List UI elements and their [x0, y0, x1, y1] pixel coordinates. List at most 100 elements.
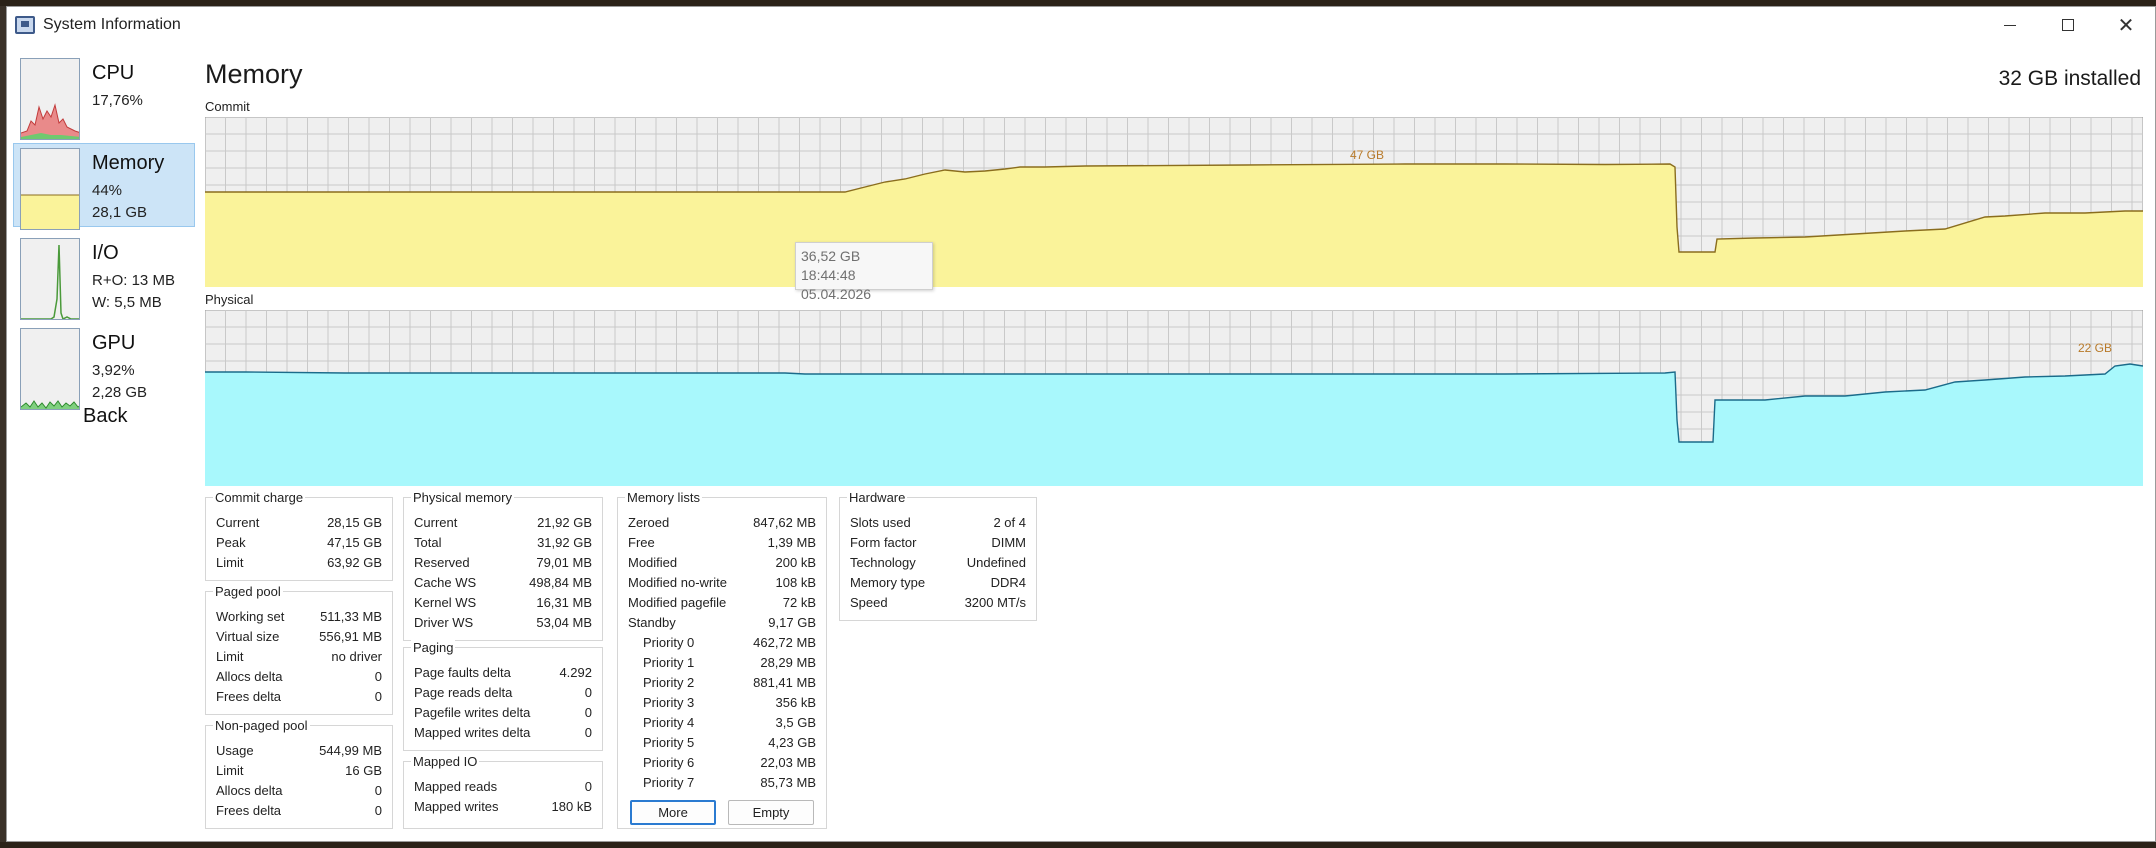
info-row-value: no driver [331, 648, 382, 664]
info-row-value: 85,73 MB [760, 774, 816, 790]
paged-pool-panel: Paged pool Working set 511,33 MB Virtual s… [205, 584, 393, 715]
commit-graph[interactable]: 47 GB [205, 117, 2143, 287]
sidebar-item-cpu[interactable]: CPU 17,76% [13, 53, 195, 140]
sidebar-item-gpu[interactable]: GPU 3,92% 2,28 GB [13, 323, 195, 410]
info-row: Working set 511,33 MB [206, 606, 392, 626]
info-row-value: 0 [374, 802, 382, 818]
info-row: Mapped reads 0 [404, 776, 602, 796]
info-row-label: Priority 3 [643, 694, 695, 710]
sidebar-item-io[interactable]: I/O R+O: 13 MB W: 5,5 MB [13, 233, 195, 320]
info-row: Allocs delta 0 [206, 666, 392, 686]
info-row: Peak 47,15 GB [206, 532, 392, 552]
gpu-usage-value: 3,92% [92, 362, 135, 379]
info-row: Priority 3 356 kB [618, 692, 826, 712]
info-row-value: 108 kB [775, 574, 816, 590]
physical-memory-panel: Physical memory Current 21,92 GB Total 31,9… [403, 490, 603, 641]
info-row: Page reads delta 0 [404, 682, 602, 702]
sidebar-item-memory[interactable]: Memory 44% 28,1 GB [13, 143, 195, 230]
info-row-value: 4.292 [559, 664, 592, 680]
sidebar-item-label: I/O [92, 242, 119, 264]
more-button[interactable]: More [630, 800, 716, 825]
memory-mini-graph [20, 148, 80, 230]
info-row-label: Limit [216, 554, 244, 570]
non-paged-pool-panel: Non-paged pool Usage 544,99 MB Limit 16 GB A… [205, 718, 393, 829]
info-row-label: Usage [216, 742, 254, 758]
tooltip-timestamp: 18:44:48 05.04.2026 [801, 267, 872, 302]
hardware-panel: Hardware Slots used 2 of 4 Form factor DIMM… [839, 490, 1037, 621]
info-row-value: 22,03 MB [760, 754, 816, 770]
sidebar-item-label: GPU [92, 332, 136, 354]
info-row-label: Allocs delta [216, 782, 283, 798]
info-row-label: Kernel WS [414, 594, 477, 610]
info-row: Frees delta 0 [206, 800, 392, 820]
back-button[interactable]: Back [83, 405, 127, 428]
info-row-value: 544,99 MB [319, 742, 382, 758]
info-row-value: 9,17 GB [768, 614, 816, 630]
info-row-value: 881,41 MB [753, 674, 816, 690]
info-row: Standby 9,17 GB [618, 612, 826, 632]
info-row-value: 0 [374, 782, 382, 798]
info-row-value: 356 kB [775, 694, 816, 710]
info-row: Allocs delta 0 [206, 780, 392, 800]
info-row: Priority 7 85,73 MB [618, 772, 826, 792]
info-row-value: 4,23 GB [768, 734, 816, 750]
info-row-value: DDR4 [990, 574, 1026, 590]
info-row-value: 3200 MT/s [964, 594, 1026, 610]
info-row-value: 0 [584, 724, 592, 740]
info-row: Frees delta 0 [206, 686, 392, 706]
info-row-value: Undefined [966, 554, 1026, 570]
info-row: Limit 63,92 GB [206, 552, 392, 572]
info-row-value: 0 [584, 778, 592, 794]
io-write-value: W: 5,5 MB [92, 294, 162, 311]
info-row-label: Driver WS [414, 614, 474, 630]
info-row: Total 31,92 GB [404, 532, 602, 552]
sidebar: CPU 17,76% Memory 44% 28,1 GB I/O R+O: 1… [13, 53, 195, 413]
info-row-label: Page faults delta [414, 664, 511, 680]
info-row-value: 79,01 MB [536, 554, 592, 570]
info-row-label: Peak [216, 534, 246, 550]
close-button[interactable]: ✕ [2097, 7, 2155, 43]
info-row: Virtual size 556,91 MB [206, 626, 392, 646]
info-row-value: 31,92 GB [537, 534, 592, 550]
info-row: Page faults delta 4.292 [404, 662, 602, 682]
panel-title: Paged pool [213, 584, 283, 599]
panel-title: Hardware [847, 490, 908, 505]
info-row-label: Virtual size [216, 628, 280, 644]
info-row-label: Slots used [850, 514, 911, 530]
info-row-label: Allocs delta [216, 668, 283, 684]
info-row-value: 28,29 MB [760, 654, 816, 670]
info-row-value: 2 of 4 [993, 514, 1026, 530]
panel-title: Non-paged pool [213, 718, 310, 733]
mapped-io-panel: Mapped IO Mapped reads 0 Mapped writes 180 … [403, 754, 603, 829]
info-row-label: Current [216, 514, 260, 530]
panel-title: Commit charge [213, 490, 306, 505]
commit-graph-label: Commit [205, 99, 250, 114]
empty-button[interactable]: Empty [728, 800, 814, 825]
commit-charge-panel: Commit charge Current 28,15 GB Peak 47,15 G… [205, 490, 393, 581]
info-row-label: Page reads delta [414, 684, 513, 700]
info-row-label: Speed [850, 594, 888, 610]
commit-peak-label: 47 GB [1350, 148, 1384, 162]
info-row: Limit no driver [206, 646, 392, 666]
window-title: System Information [43, 16, 181, 33]
info-row: Priority 4 3,5 GB [618, 712, 826, 732]
gpu-mini-graph [20, 328, 80, 410]
minimize-button[interactable] [1981, 7, 2039, 43]
physical-graph[interactable]: 22 GB [205, 310, 2143, 486]
close-icon: ✕ [2117, 14, 2135, 37]
info-row-label: Priority 6 [643, 754, 695, 770]
title-bar[interactable]: System Information ✕ [7, 7, 2155, 43]
info-row-value: 1,39 MB [767, 534, 816, 550]
commit-graph-canvas: 47 GB [205, 117, 2143, 287]
info-row: Modified no-write 108 kB [618, 572, 826, 592]
info-row: Kernel WS 16,31 MB [404, 592, 602, 612]
info-row-label: Limit [216, 648, 244, 664]
panel-title: Paging [411, 640, 456, 655]
physical-graph-canvas: 22 GB [205, 310, 2143, 486]
info-row-label: Standby [628, 614, 676, 630]
info-row: Technology Undefined [840, 552, 1036, 572]
info-row-label: Zeroed [628, 514, 670, 530]
maximize-button[interactable] [2039, 7, 2097, 43]
info-row-value: 200 kB [775, 554, 816, 570]
info-row-value: 511,33 MB [320, 608, 382, 624]
